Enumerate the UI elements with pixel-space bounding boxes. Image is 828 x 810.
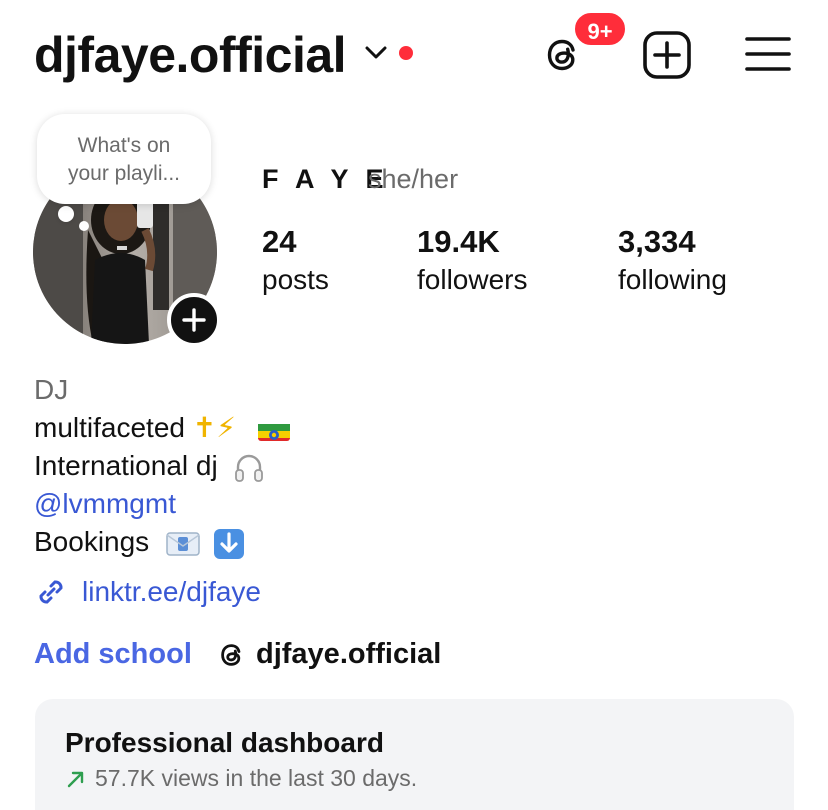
plus-square-icon[interactable] bbox=[642, 30, 692, 80]
dashboard-stat: 57.7K views in the last 30 days. bbox=[95, 765, 418, 791]
chevron-down-icon[interactable] bbox=[364, 44, 388, 62]
bio-line-1-text: multifaceted bbox=[34, 412, 185, 443]
bio-line-4: Bookings bbox=[34, 524, 245, 560]
add-story-button[interactable] bbox=[167, 293, 221, 347]
following-label[interactable]: following bbox=[618, 264, 727, 296]
note-bubble-tail-small bbox=[79, 221, 89, 231]
professional-dashboard-card[interactable]: Professional dashboard 57.7K views in th… bbox=[35, 699, 794, 810]
bio-link[interactable]: linktr.ee/djfaye bbox=[34, 574, 261, 610]
dashboard-summary: 57.7K views in the last 30 days. bbox=[65, 765, 417, 792]
profile-category: DJ bbox=[34, 374, 69, 405]
followers-label[interactable]: followers bbox=[417, 264, 527, 296]
posts-label[interactable]: posts bbox=[262, 264, 329, 296]
trend-up-icon bbox=[67, 771, 84, 787]
ethiopia-flag-icon bbox=[257, 419, 290, 441]
link-icon bbox=[39, 580, 63, 604]
followers-count[interactable]: 19.4K bbox=[417, 224, 500, 260]
bio-line-1: multifaceted ✝⚡ bbox=[34, 410, 290, 446]
bio-link-text[interactable]: linktr.ee/djfaye bbox=[82, 576, 261, 608]
bio-line-4-text: Bookings bbox=[34, 526, 150, 557]
hamburger-menu-icon[interactable] bbox=[745, 34, 791, 74]
threads-handle[interactable]: djfaye.official bbox=[256, 638, 441, 671]
profile-username[interactable]: djfaye.official bbox=[34, 26, 347, 84]
dashboard-title: Professional dashboard bbox=[65, 727, 384, 758]
note-bubble-tail bbox=[58, 206, 74, 222]
threads-profile-link[interactable]: djfaye.official bbox=[216, 638, 441, 671]
pronouns: she/her bbox=[368, 164, 459, 194]
bio-line-1-emojis: ✝⚡ bbox=[192, 412, 236, 443]
unread-indicator-dot bbox=[399, 46, 413, 60]
down-arrow-icon bbox=[213, 528, 244, 559]
note-text: What's on your playli... bbox=[67, 134, 181, 185]
notification-badge[interactable]: 9+ bbox=[572, 10, 628, 48]
bio-line-2-text: International dj bbox=[34, 450, 218, 481]
following-count[interactable]: 3,334 bbox=[618, 224, 696, 260]
add-school-button[interactable]: Add school bbox=[34, 638, 192, 671]
note-bubble[interactable]: What's on your playli... bbox=[37, 114, 211, 204]
envelope-icon bbox=[166, 531, 200, 556]
mention-link[interactable]: @lvmmgmt bbox=[34, 486, 176, 522]
posts-count[interactable]: 24 bbox=[262, 224, 296, 260]
bio-line-2: International dj bbox=[34, 448, 265, 484]
threads-icon bbox=[221, 643, 241, 666]
headphones-icon bbox=[235, 454, 264, 482]
plus-icon bbox=[182, 308, 206, 332]
